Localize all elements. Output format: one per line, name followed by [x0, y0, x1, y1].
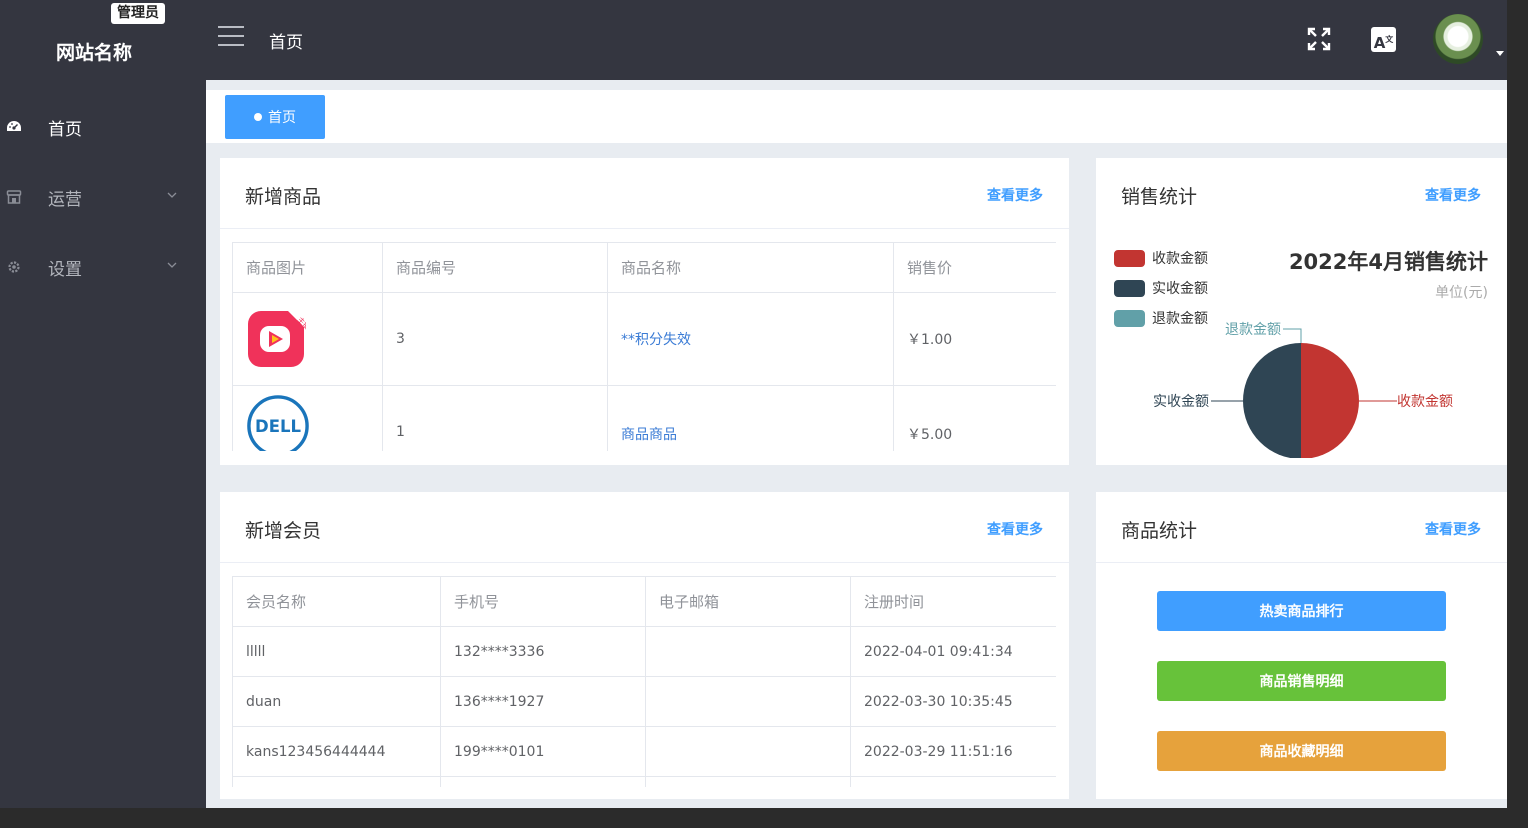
sidebar: 管理员 网站名称 首页 运营 设置	[0, 0, 206, 808]
column-header: 电子邮箱	[645, 576, 851, 627]
table-row: duan 136****1927 2022-03-30 10:35:45	[232, 676, 1056, 727]
member-phone-cell: 132****3336	[440, 626, 646, 677]
products-table-wrapper: 商品图片 商品编号 商品名称 销售价 主播 3 **积分失效 ￥1.00 DEL…	[232, 242, 1056, 451]
admin-app: 管理员 网站名称 首页 运营 设置 首页 A文 首页 新增商品 查看更多 商品图…	[0, 0, 1528, 828]
shop-icon	[6, 190, 22, 204]
legend-swatch	[1114, 249, 1145, 267]
avatar[interactable]	[1433, 14, 1483, 64]
members-table: 会员名称 手机号 电子邮箱 注册时间 lllll 132****3336 202…	[232, 576, 1056, 787]
column-header: 手机号	[440, 576, 646, 627]
table-row	[232, 776, 1056, 787]
legend-item[interactable]: 实收金额	[1114, 278, 1208, 298]
pie-slice-received[interactable]	[1301, 343, 1359, 458]
chevron-down-icon	[167, 262, 177, 268]
sidebar-item-settings[interactable]: 设置	[0, 247, 206, 287]
product-price-cell: ￥5.00	[893, 385, 1056, 451]
view-more-link[interactable]: 查看更多	[1425, 519, 1481, 539]
sidebar-item-home[interactable]: 首页	[0, 107, 206, 147]
product-favorites-detail-button[interactable]: 商品收藏明细	[1157, 731, 1446, 771]
view-more-link[interactable]: 查看更多	[987, 519, 1043, 539]
column-header: 销售价	[893, 242, 1056, 293]
product-stats-card: 商品统计 查看更多 热卖商品排行 商品销售明细 商品收藏明细	[1096, 492, 1507, 799]
tab-home[interactable]: 首页	[225, 95, 325, 139]
sidebar-item-label: 运营	[48, 189, 82, 210]
window-edge	[1507, 0, 1528, 828]
dell-logo: DELL	[247, 395, 309, 451]
page-title: 首页	[269, 33, 303, 53]
tab-bar: 首页	[206, 90, 1507, 143]
legend-swatch	[1114, 279, 1145, 297]
member-name-cell: lllll	[232, 626, 441, 677]
chevron-down-icon	[167, 192, 177, 198]
caret-down-icon[interactable]	[1496, 51, 1504, 56]
legend-item[interactable]: 收款金额	[1114, 248, 1208, 268]
admin-badge: 管理员	[111, 3, 165, 24]
pie-label: 收款金额	[1397, 394, 1453, 410]
column-header: 商品编号	[382, 242, 608, 293]
product-name-link[interactable]: 商品商品	[621, 427, 677, 443]
product-id-cell: 3	[382, 292, 608, 386]
view-more-link[interactable]: 查看更多	[1425, 185, 1481, 205]
member-registered-cell: 2022-03-30 10:35:45	[850, 676, 1056, 727]
column-header: 商品图片	[232, 242, 383, 293]
chart-title: 2022年4月销售统计	[1288, 250, 1488, 274]
table-header-row: 商品图片 商品编号 商品名称 销售价	[232, 242, 1056, 293]
sidebar-item-label: 首页	[48, 119, 82, 140]
view-more-link[interactable]: 查看更多	[987, 185, 1043, 205]
card-title: 新增商品	[245, 186, 322, 208]
column-header: 会员名称	[232, 576, 441, 627]
table-row: 主播 3 **积分失效 ￥1.00	[232, 292, 1056, 386]
sidebar-item-operations[interactable]: 运营	[0, 177, 206, 217]
card-title: 商品统计	[1121, 520, 1198, 542]
member-registered-cell: 2022-03-29 11:51:16	[850, 726, 1056, 777]
table-row: lllll 132****3336 2022-04-01 09:41:34	[232, 626, 1056, 677]
table-row: kans123456444444 199****0101 2022-03-29 …	[232, 726, 1056, 777]
members-table-wrapper: 会员名称 手机号 电子邮箱 注册时间 lllll 132****3336 202…	[232, 576, 1056, 787]
member-email-cell	[645, 676, 851, 727]
translate-icon[interactable]: A文	[1371, 27, 1396, 52]
pie-label: 实收金额	[1153, 394, 1209, 410]
column-header: 商品名称	[607, 242, 894, 293]
pie-slice-actual[interactable]	[1243, 343, 1301, 458]
member-email-cell	[645, 626, 851, 677]
new-products-card: 新增商品 查看更多 商品图片 商品编号 商品名称 销售价 主播 3 **积分失效…	[220, 158, 1069, 465]
sidebar-item-label: 设置	[48, 259, 82, 280]
svg-text:DELL: DELL	[255, 417, 301, 436]
member-name-cell: kans123456444444	[232, 726, 441, 777]
member-name-cell: duan	[232, 676, 441, 727]
hot-products-ranking-button[interactable]: 热卖商品排行	[1157, 591, 1446, 631]
zhubo-app-logo: 主播	[248, 311, 306, 367]
product-sales-detail-button[interactable]: 商品销售明细	[1157, 661, 1446, 701]
table-header-row: 会员名称 手机号 电子邮箱 注册时间	[232, 576, 1056, 627]
member-email-cell	[645, 726, 851, 777]
product-name-link[interactable]: **积分失效	[621, 332, 691, 348]
card-title: 新增会员	[245, 520, 322, 542]
top-header: 首页 A文	[206, 0, 1507, 80]
site-name: 网站名称	[56, 42, 133, 64]
product-name-cell: 商品商品	[607, 385, 894, 451]
menu-toggle-icon[interactable]	[218, 26, 244, 48]
sales-pie-chart: 收款金额 实收金额 退款金额	[1153, 322, 1453, 458]
sales-stats-card: 销售统计 查看更多 收款金额 实收金额 退款金额 2022年4月销售统计 单位(…	[1096, 158, 1507, 465]
product-image-cell: DELL	[232, 385, 383, 451]
member-phone-cell: 136****1927	[440, 676, 646, 727]
product-image-cell: 主播	[232, 292, 383, 386]
product-price-cell: ￥1.00	[893, 292, 1056, 386]
main-content: 首页 新增商品 查看更多 商品图片 商品编号 商品名称 销售价 主播 3 **积…	[206, 80, 1507, 808]
label-line	[1283, 328, 1302, 343]
product-id-cell: 1	[382, 385, 608, 451]
pie-label: 退款金额	[1225, 322, 1281, 338]
product-name-cell: **积分失效	[607, 292, 894, 386]
gear-icon	[8, 261, 20, 273]
member-phone-cell: 199****0101	[440, 726, 646, 777]
member-registered-cell: 2022-04-01 09:41:34	[850, 626, 1056, 677]
card-title: 销售统计	[1121, 186, 1198, 208]
dashboard-icon	[7, 121, 21, 131]
dot-icon	[254, 113, 262, 121]
table-row: DELL 1 商品商品 ￥5.00	[232, 385, 1056, 451]
new-members-card: 新增会员 查看更多 会员名称 手机号 电子邮箱 注册时间 lllll 132**…	[220, 492, 1069, 799]
products-table: 商品图片 商品编号 商品名称 销售价 主播 3 **积分失效 ￥1.00 DEL…	[232, 242, 1056, 451]
fullscreen-icon[interactable]	[1307, 27, 1331, 51]
column-header: 注册时间	[850, 576, 1056, 627]
